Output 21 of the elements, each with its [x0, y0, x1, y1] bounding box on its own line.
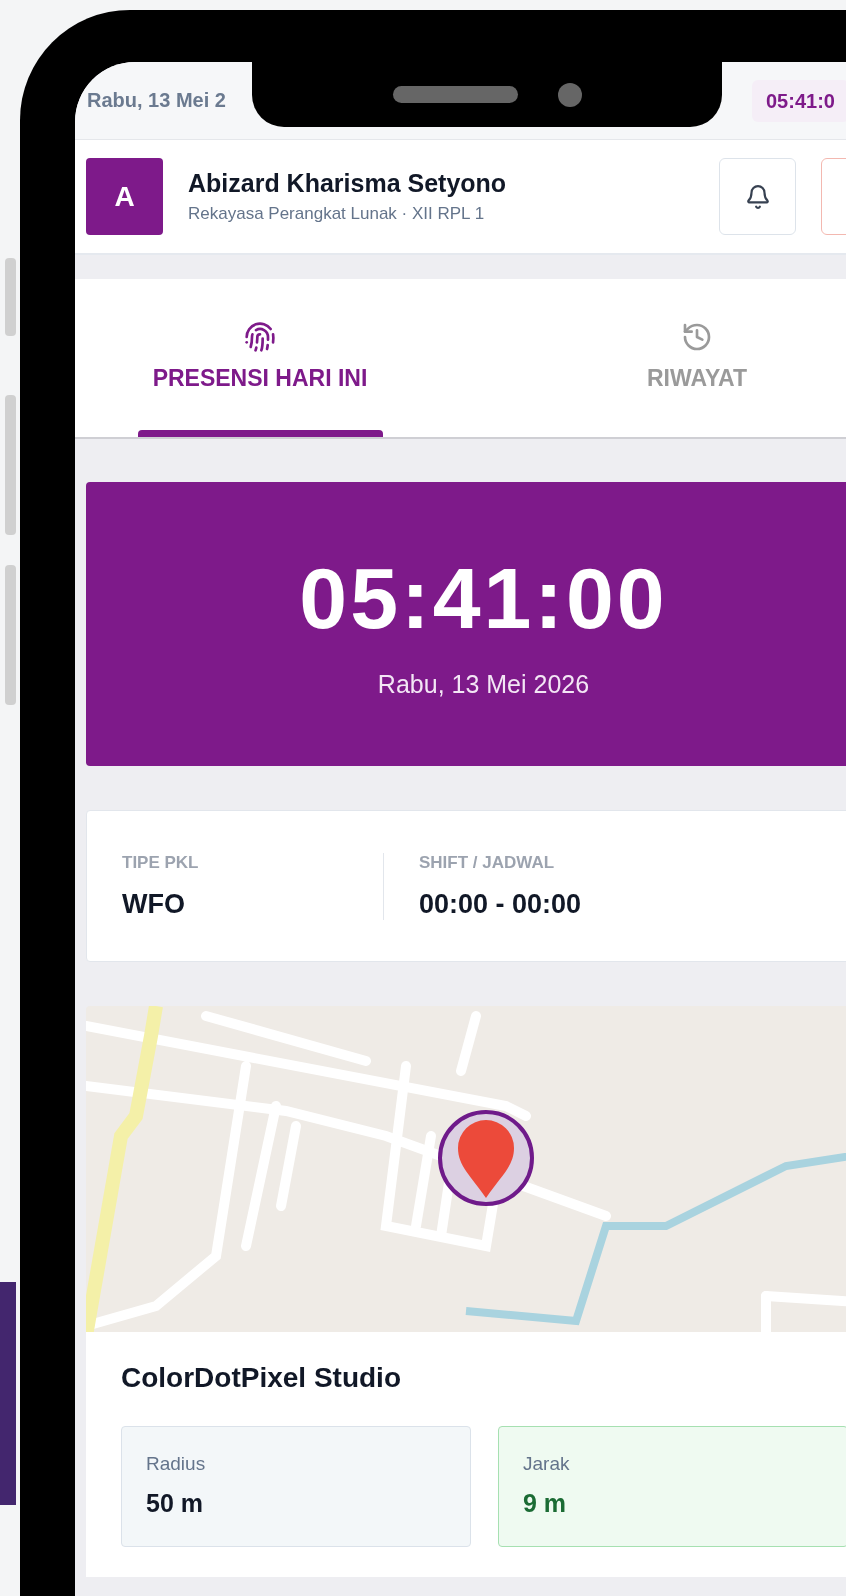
notification-button[interactable] — [719, 158, 796, 235]
stat-value: 50 m — [146, 1489, 204, 1518]
user-subtitle: Rekayasa Perangkat Lunak · XII RPL 1 — [188, 204, 486, 224]
info-label: TIPE PKL — [122, 852, 200, 873]
tab[interactable]: PRESENSI HARI INI — [75, 279, 445, 437]
stat-label: Jarak — [523, 1453, 571, 1475]
clock-time: 05:41:00 — [299, 549, 668, 648]
info-value: 00:00 - 00:00 — [419, 888, 582, 920]
user-name: Abizard Kharisma Setyono — [188, 169, 508, 198]
stat-label: Radius — [146, 1453, 207, 1475]
status-time: 05:41:0 — [752, 80, 846, 122]
bell-icon — [744, 183, 771, 210]
status-date: Rabu, 13 Mei 2 — [87, 89, 226, 112]
info-label: SHIFT / JADWAL — [419, 852, 556, 873]
location-name: ColorDotPixel Studio — [121, 1362, 402, 1394]
fingerprint-icon — [244, 321, 276, 353]
info-value: WFO — [122, 888, 186, 920]
clock-date: Rabu, 13 Mei 2026 — [377, 670, 590, 699]
history-icon — [681, 321, 713, 353]
avatar: A — [86, 158, 163, 235]
stat-value: 9 m — [523, 1489, 568, 1518]
